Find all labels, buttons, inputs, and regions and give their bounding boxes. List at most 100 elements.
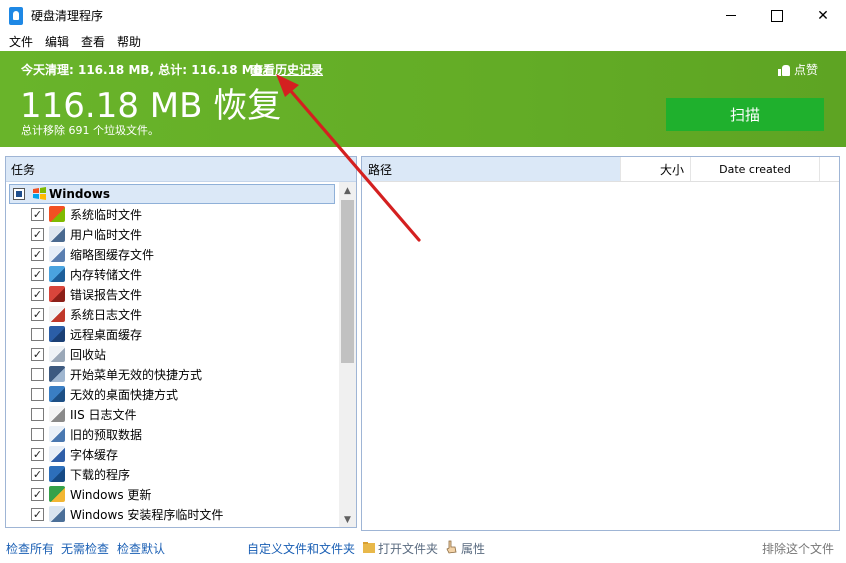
- task-checkbox[interactable]: ✓: [31, 487, 44, 501]
- task-checkbox[interactable]: [31, 407, 44, 421]
- summary-header: 今天清理: 116.18 MB, 总计: 116.18 MB。 查看历史记录 1…: [0, 51, 846, 147]
- task-checkbox[interactable]: ✓: [31, 347, 44, 361]
- task-checkbox[interactable]: ✓: [31, 247, 44, 261]
- task-item-label: 回收站: [70, 347, 107, 362]
- user-file-icon: [49, 226, 65, 242]
- view-history-link[interactable]: 查看历史记录: [251, 61, 323, 78]
- recovered-size: 116.18 MB 恢复: [20, 86, 282, 126]
- log-search-icon: [49, 306, 65, 322]
- task-item[interactable]: ✓ 系统临时文件: [6, 204, 338, 224]
- menu-file[interactable]: 文件: [3, 33, 39, 50]
- task-item-label: 开始菜单无效的快捷方式: [70, 367, 203, 382]
- folder-open-icon: [363, 542, 375, 553]
- minimize-button[interactable]: [708, 0, 754, 31]
- windows-update-icon: [49, 486, 65, 502]
- group-windows[interactable]: Windows: [9, 184, 335, 204]
- task-item[interactable]: ✓ Windows 安装程序临时文件: [6, 504, 338, 524]
- thumbnail-icon: [49, 246, 65, 262]
- task-checkbox[interactable]: ✓: [31, 507, 44, 521]
- menu-view[interactable]: 查看: [75, 33, 111, 50]
- scroll-thumb[interactable]: [341, 200, 354, 363]
- task-checkbox[interactable]: ✓: [31, 227, 44, 241]
- task-item[interactable]: ✓ 系统日志文件: [6, 304, 338, 324]
- remote-desktop-icon: [49, 326, 65, 342]
- window-title: 硬盘清理程序: [31, 9, 104, 23]
- task-item[interactable]: ✓ 字体缓存: [6, 444, 338, 464]
- custom-files-link[interactable]: 自定义文件和文件夹: [247, 540, 355, 557]
- menu-help[interactable]: 帮助: [111, 33, 147, 50]
- task-item-label: Windows 更新: [70, 487, 152, 502]
- scroll-up-arrow-icon[interactable]: ▲: [339, 182, 356, 199]
- results-header: 路径 大小 Date created: [362, 157, 839, 182]
- task-item-label: 错误报告文件: [70, 287, 143, 302]
- task-item[interactable]: ✓ 回收站: [6, 344, 338, 364]
- task-item[interactable]: ✓ Windows 更新: [6, 484, 338, 504]
- task-item[interactable]: ✓ 内存转储文件: [6, 264, 338, 284]
- menu-edit[interactable]: 编辑: [39, 33, 75, 50]
- like-button[interactable]: 点赞: [778, 61, 818, 78]
- start-menu-icon: [49, 366, 65, 382]
- title-bar: 硬盘清理程序 ✕: [0, 0, 846, 31]
- recycle-bin-icon: [49, 346, 65, 362]
- task-item-label: 字体缓存: [70, 447, 119, 462]
- check-default-link[interactable]: 检查默认: [117, 540, 165, 557]
- task-item-label: 旧的预取数据: [70, 427, 143, 442]
- task-list: Windows ✓ 系统临时文件 ✓ 用户临时文件 ✓ 缩略图缓存文件 ✓ 内存转储文件 ✓ 错误…: [6, 182, 338, 527]
- task-item[interactable]: 开始菜单无效的快捷方式: [6, 364, 338, 384]
- task-item[interactable]: ✓ 下载的程序: [6, 464, 338, 484]
- close-button[interactable]: ✕: [800, 0, 846, 31]
- task-item[interactable]: 远程桌面缓存: [6, 324, 338, 344]
- thumbs-up-icon: [778, 64, 791, 76]
- bottom-bar: 检查所有 无需检查 检查默认 自定义文件和文件夹 打开文件夹 属性 排除这个文件: [0, 535, 846, 563]
- task-checkbox[interactable]: [31, 327, 44, 341]
- group-label: Windows: [49, 187, 110, 201]
- task-scrollbar[interactable]: ▲ ▼: [339, 182, 356, 527]
- app-drop-icon: [9, 6, 23, 25]
- scan-button[interactable]: 扫描: [666, 98, 824, 131]
- task-checkbox[interactable]: ✓: [31, 307, 44, 321]
- task-item-label: 用户临时文件: [70, 227, 143, 242]
- download-program-icon: [49, 466, 65, 482]
- group-checkbox[interactable]: [13, 188, 25, 200]
- open-folder-button[interactable]: 打开文件夹: [378, 540, 438, 557]
- results-panel: 路径 大小 Date created: [361, 156, 840, 531]
- windows-flag-icon: [49, 206, 65, 222]
- task-header: 任务: [6, 157, 356, 182]
- task-item-label: IIS 日志文件: [70, 407, 137, 422]
- task-item[interactable]: ✓ 用户临时文件: [6, 224, 338, 244]
- task-checkbox[interactable]: [31, 367, 44, 381]
- maximize-button[interactable]: [754, 0, 800, 31]
- column-date-created[interactable]: Date created: [690, 157, 820, 181]
- task-item-label: 系统日志文件: [70, 307, 143, 322]
- column-path[interactable]: 路径: [362, 157, 620, 181]
- task-item[interactable]: ✓ 错误报告文件: [6, 284, 338, 304]
- task-checkbox[interactable]: [31, 387, 44, 401]
- iis-log-icon: [49, 406, 65, 422]
- exclude-file-button[interactable]: 排除这个文件: [762, 540, 834, 557]
- task-checkbox[interactable]: ✓: [31, 207, 44, 221]
- font-icon: [49, 446, 65, 462]
- check-all-link[interactable]: 检查所有: [6, 540, 54, 557]
- task-item-label: Windows 安装程序临时文件: [70, 507, 224, 522]
- window-controls: ✕: [708, 0, 846, 31]
- prefetch-clock-icon: [49, 426, 65, 442]
- error-report-icon: [49, 286, 65, 302]
- task-checkbox[interactable]: ✓: [31, 447, 44, 461]
- scroll-down-arrow-icon[interactable]: ▼: [339, 511, 356, 527]
- task-item-label: 内存转储文件: [70, 267, 143, 282]
- like-label: 点赞: [794, 63, 819, 77]
- column-size[interactable]: 大小: [620, 157, 690, 181]
- clean-summary: 今天清理: 116.18 MB, 总计: 116.18 MB。: [21, 63, 275, 77]
- task-checkbox[interactable]: ✓: [31, 287, 44, 301]
- task-checkbox[interactable]: ✓: [31, 467, 44, 481]
- no-check-link[interactable]: 无需检查: [61, 540, 109, 557]
- properties-button[interactable]: 属性: [461, 540, 485, 557]
- task-panel: 任务 Windows ✓ 系统临时文件 ✓ 用户临时文件 ✓ 缩略图缓存文件 ✓ 内存转储文件…: [5, 156, 357, 528]
- task-item[interactable]: 无效的桌面快捷方式: [6, 384, 338, 404]
- task-item[interactable]: ✓ 缩略图缓存文件: [6, 244, 338, 264]
- task-checkbox[interactable]: [31, 427, 44, 441]
- task-item[interactable]: IIS 日志文件: [6, 404, 338, 424]
- removed-count: 总计移除 691 个垃圾文件。: [21, 124, 159, 137]
- task-item[interactable]: 旧的预取数据: [6, 424, 338, 444]
- task-checkbox[interactable]: ✓: [31, 267, 44, 281]
